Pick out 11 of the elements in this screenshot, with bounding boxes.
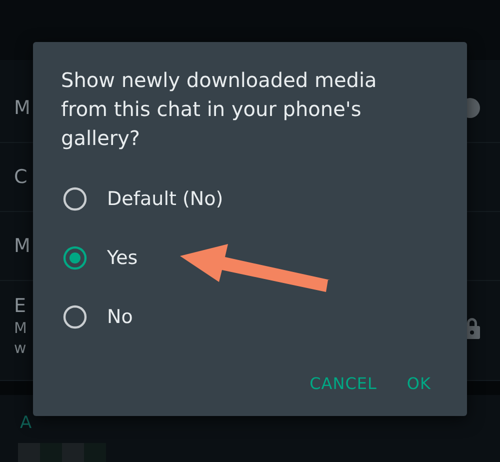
setting-description: M [14, 319, 27, 337]
radio-option[interactable]: Default (No) [61, 169, 443, 228]
setting-label: M [14, 97, 30, 119]
setting-description: w [14, 339, 27, 357]
setting-label: M [14, 235, 30, 257]
radio-option[interactable]: Yes [61, 228, 443, 287]
radio-option[interactable]: No [61, 287, 443, 346]
setting-label: C [14, 166, 28, 188]
section-heading: A [19, 412, 33, 435]
dialog-title: Show newly downloaded media from this chat in your phone's gallery? [61, 67, 378, 152]
setting-label: E [14, 295, 27, 317]
